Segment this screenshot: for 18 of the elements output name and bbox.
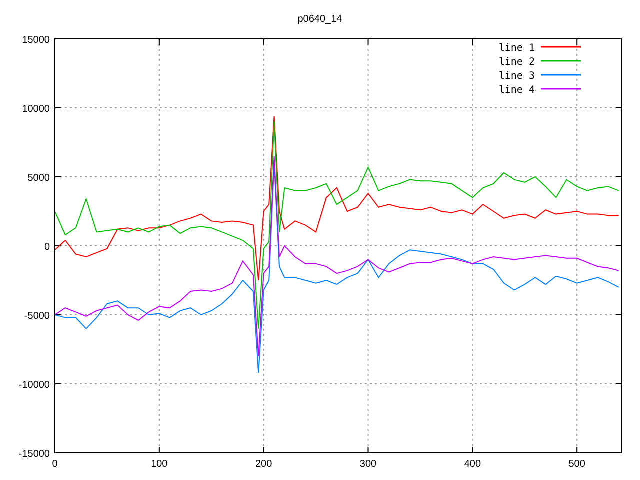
axis-tick-label: 200 xyxy=(256,459,272,470)
chart-title: p0640_14 xyxy=(298,14,342,25)
axis-tick-label: 500 xyxy=(568,459,586,470)
legend-label: line 1 xyxy=(498,43,535,54)
axis-tick-label: 0 xyxy=(44,242,50,253)
legend-label: line 4 xyxy=(498,85,535,96)
axis-tick-label: 15000 xyxy=(22,35,50,46)
axis-tick-label: 0 xyxy=(52,459,58,470)
axis-tick-label: 100 xyxy=(151,459,168,470)
axis-tick-label: -10000 xyxy=(18,380,50,391)
axis-tick-label: 400 xyxy=(464,459,482,470)
axis-tick-label: 5000 xyxy=(28,173,50,184)
axis-tick-label: 300 xyxy=(360,459,377,470)
axis-tick-label: -5000 xyxy=(24,311,50,322)
axis-tick-label: 10000 xyxy=(22,104,50,115)
legend-label: line 3 xyxy=(498,71,535,82)
legend-label: line 2 xyxy=(498,57,535,68)
axis-tick-label: -15000 xyxy=(18,449,50,460)
